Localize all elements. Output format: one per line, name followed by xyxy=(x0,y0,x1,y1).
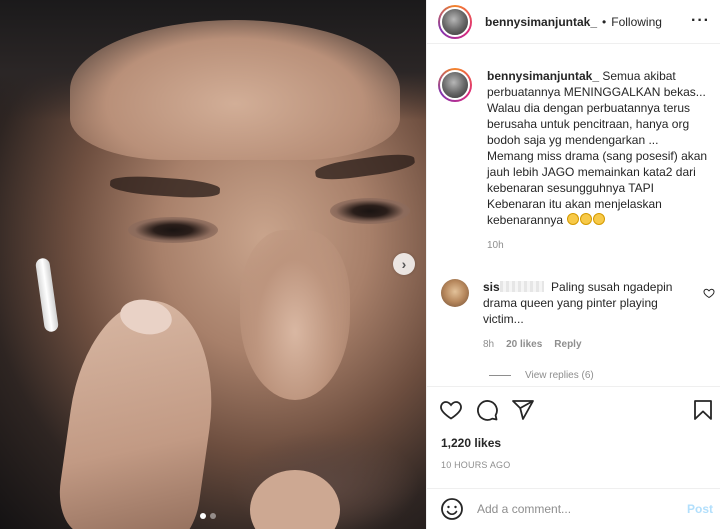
comment-line-2: victim... xyxy=(483,312,524,326)
replies-line xyxy=(489,375,511,376)
comment-line-1: drama queen yang pinter playing xyxy=(483,296,658,310)
photo-right-eye xyxy=(330,198,410,224)
add-comment-input[interactable] xyxy=(477,502,677,516)
header-username[interactable]: bennysimanjuntak_ xyxy=(485,15,597,29)
caption-line-9: kebenarannya xyxy=(487,213,564,227)
comment-item: sis Paling susah ngadepin drama queen ya… xyxy=(441,279,717,353)
actions-divider xyxy=(427,386,720,387)
caption-avatar[interactable] xyxy=(438,68,472,102)
photo-forehead-region xyxy=(70,20,400,160)
chevron-right-icon: › xyxy=(401,256,407,272)
caption-body: bennysimanjuntak_ Semua akibat perbuatan… xyxy=(487,68,707,254)
post-header: bennysimanjuntak_ • Following ··· xyxy=(427,0,720,44)
comment-heart-icon[interactable] xyxy=(703,287,715,299)
reply-button[interactable]: Reply xyxy=(554,337,581,353)
caption-line-6: jauh lebih JAGO memainkan kata2 dari xyxy=(487,165,696,179)
photo-nose-region xyxy=(240,230,350,400)
carousel-dot xyxy=(210,513,216,519)
more-horizontal-icon[interactable]: ··· xyxy=(691,12,710,30)
view-replies-label: View replies (6) xyxy=(525,370,594,381)
post-comment-button[interactable]: Post xyxy=(687,502,713,516)
bookmark-icon[interactable] xyxy=(691,398,715,422)
comment-likes[interactable]: 20 likes xyxy=(506,337,542,353)
carousel-next-button[interactable]: › xyxy=(393,253,415,275)
caption-line-7: kebenaran sesungguhnya TAPI xyxy=(487,181,655,195)
post-side-panel: bennysimanjuntak_ • Following ··· bennys… xyxy=(426,0,720,529)
carousel-dot-active xyxy=(200,513,206,519)
comment-icon[interactable] xyxy=(475,398,499,422)
commenter-username[interactable]: sis xyxy=(483,280,500,294)
likes-count[interactable]: 1,220 likes xyxy=(441,436,501,450)
caption: bennysimanjuntak_ Semua akibat perbuatan… xyxy=(438,68,714,254)
caption-username[interactable]: bennysimanjuntak_ xyxy=(487,69,599,83)
caption-line-2: Walau dia dengan perbuatannya terus xyxy=(487,101,691,115)
view-replies-button[interactable]: View replies (6) xyxy=(489,370,594,381)
caption-line-1: perbuatannya MENINGGALKAN bekas... xyxy=(487,85,706,99)
add-comment-bar: Post xyxy=(427,489,720,529)
post-time-ago[interactable]: 10 HOURS AGO xyxy=(441,460,510,470)
comment-time[interactable]: 8h xyxy=(483,337,494,353)
smiling-face-with-halo-icon xyxy=(567,213,580,225)
commenter-avatar[interactable] xyxy=(441,279,469,307)
post-photo[interactable]: › xyxy=(0,0,426,529)
caption-line-5: Memang miss drama (sang posesif) akan xyxy=(487,149,708,163)
following-button[interactable]: Following xyxy=(611,15,662,29)
photo-earbud xyxy=(34,257,60,333)
author-avatar[interactable] xyxy=(438,4,472,39)
photo-left-brow xyxy=(109,174,221,200)
share-icon[interactable] xyxy=(511,398,535,422)
heart-icon[interactable] xyxy=(439,398,463,422)
comment-meta: 8h 20 likes Reply xyxy=(483,337,701,353)
caption-line-3: berusaha untuk pencitraan, hanya org xyxy=(487,117,690,131)
caption-line-4: bodoh saja yg mendengarkan ... xyxy=(487,133,659,147)
caption-timestamp[interactable]: 10h xyxy=(487,238,707,254)
emoji-icon[interactable] xyxy=(440,497,464,521)
smiling-face-with-halo-icon xyxy=(580,213,593,225)
redacted-username xyxy=(499,281,544,292)
carousel-indicator xyxy=(200,513,216,519)
comment-line-0: Paling susah ngadepin xyxy=(551,280,673,294)
caption-line-8: Kebenaran itu akan menjelaskan xyxy=(487,197,662,211)
photo-left-eye xyxy=(128,217,218,243)
comment-body: sis Paling susah ngadepin drama queen ya… xyxy=(483,279,701,353)
action-bar xyxy=(439,398,715,422)
header-separator: • xyxy=(602,14,607,29)
caption-line-0: Semua akibat xyxy=(602,69,676,83)
smiling-face-with-halo-icon xyxy=(593,213,606,225)
